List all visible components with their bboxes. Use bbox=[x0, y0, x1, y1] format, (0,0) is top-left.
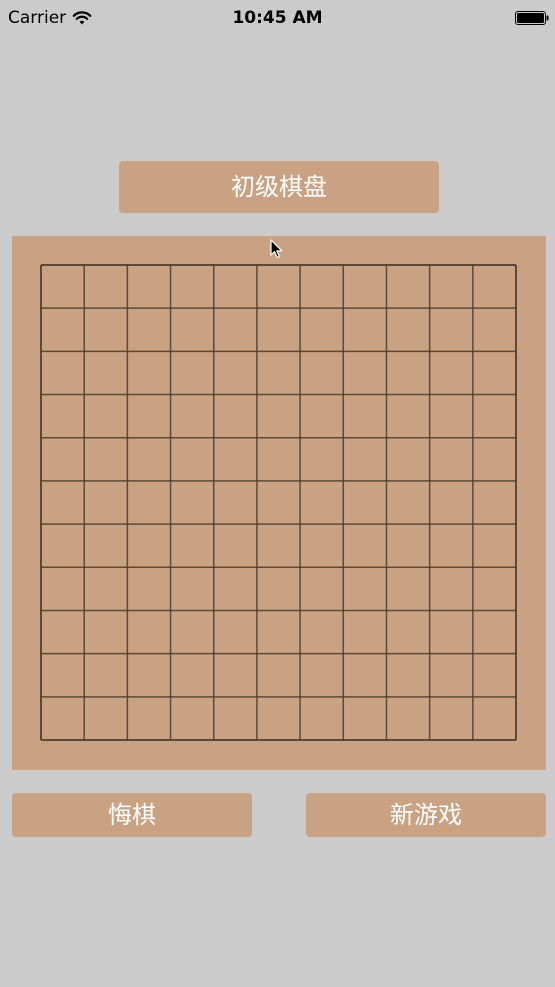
level-select-button[interactable]: 初级棋盘 bbox=[119, 161, 439, 213]
status-time: 10:45 AM bbox=[232, 8, 323, 28]
battery-icon bbox=[515, 11, 549, 25]
board-grid[interactable] bbox=[12, 236, 546, 770]
game-board[interactable] bbox=[12, 236, 546, 770]
mouse-cursor-icon bbox=[270, 239, 283, 259]
undo-button[interactable]: 悔棋 bbox=[12, 793, 252, 837]
status-bar: Carrier 10:45 AM bbox=[0, 0, 555, 36]
new-game-button[interactable]: 新游戏 bbox=[306, 793, 546, 837]
